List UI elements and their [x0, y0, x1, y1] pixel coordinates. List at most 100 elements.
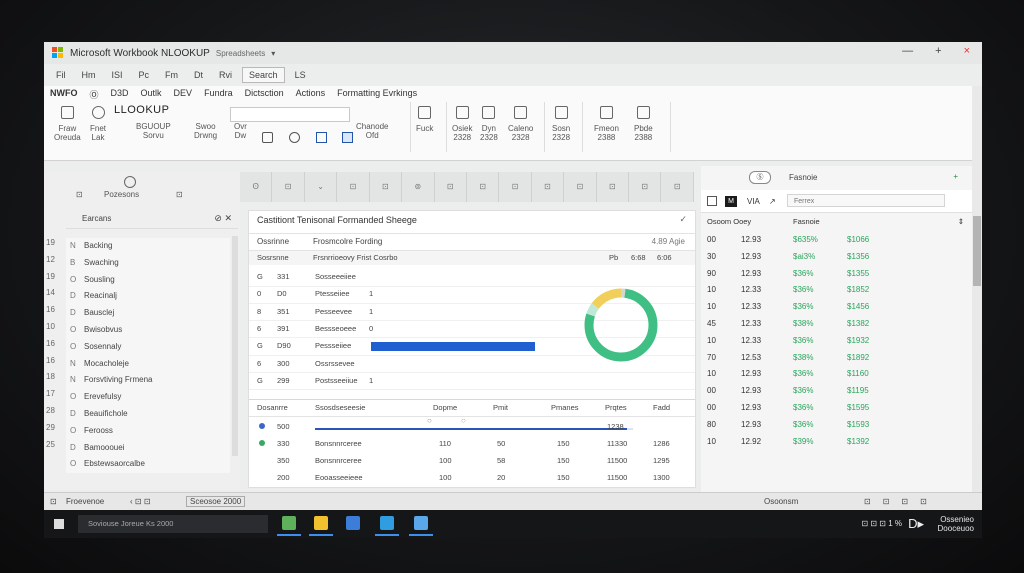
- ribbon-group-6[interactable]: Chanode Ofd: [356, 122, 388, 140]
- tree-item[interactable]: O Sousling: [66, 272, 230, 289]
- ribbon-group-1[interactable]: Fraw Oreuda: [54, 106, 81, 142]
- sort-icon[interactable]: ⇕: [958, 217, 964, 226]
- name-box-input[interactable]: [230, 107, 350, 122]
- tree-item[interactable]: D Beauifichole: [66, 406, 230, 423]
- column-header[interactable]: ⊡: [564, 172, 597, 202]
- add-icon[interactable]: +: [953, 172, 958, 181]
- via-badge[interactable]: M: [725, 196, 737, 207]
- arrow-icon[interactable]: ↗: [769, 197, 776, 206]
- sub-table-row[interactable]: 500 1238: [249, 419, 695, 436]
- app-icon-yellow[interactable]: [314, 516, 328, 530]
- ribbon-group-11[interactable]: Sosn 2328: [552, 106, 570, 142]
- check-icon[interactable]: ✓: [679, 214, 687, 225]
- menu-item-formulas[interactable]: Fm: [159, 68, 184, 82]
- tree-item[interactable]: O Erevefulsy: [66, 389, 230, 406]
- list-row[interactable]: 30 12.93 $ai3% $1356: [701, 249, 972, 266]
- menu-item-page[interactable]: Pc: [133, 68, 156, 82]
- list-row[interactable]: 10 12.93 $36% $1160: [701, 366, 972, 383]
- function-icon[interactable]: [289, 132, 301, 143]
- sheet-tab[interactable]: Sceosoe 2000: [186, 496, 246, 507]
- table-icon[interactable]: [316, 132, 328, 143]
- sub-table-row[interactable]: 330 Bonsnnrceree 110 50 150 11330 1286: [249, 436, 695, 453]
- list-row[interactable]: 10 12.33 $36% $1932: [701, 333, 972, 350]
- vertical-scrollbar[interactable]: [972, 86, 982, 528]
- column-header[interactable]: ⌄: [305, 172, 338, 202]
- menu-item-home[interactable]: Hm: [76, 68, 102, 82]
- tree-item[interactable]: N Backing: [66, 238, 230, 255]
- list-row[interactable]: 00 12.93 $36% $1195: [701, 383, 972, 400]
- column-header[interactable]: ⊡: [597, 172, 630, 202]
- left-panel-scrollbar[interactable]: [232, 236, 238, 456]
- ribbon-group-7[interactable]: Fuck: [416, 106, 433, 133]
- grid-icon[interactable]: [707, 196, 717, 206]
- chart-icon[interactable]: [341, 132, 353, 143]
- app-icon-cyan[interactable]: [380, 516, 394, 530]
- tree-item[interactable]: N Forsvtiving Frmena: [66, 372, 230, 389]
- table-row[interactable]: G 299 Postsseeiiue 1: [249, 373, 695, 391]
- tray-icons[interactable]: ⊡ ⊡ ⊡ 1 %: [861, 519, 902, 528]
- list-row[interactable]: 10 12.92 $39% $1392: [701, 434, 972, 451]
- list-row[interactable]: 70 12.53 $38% $1892: [701, 350, 972, 367]
- ribbon-group-5[interactable]: Ovr Dw: [234, 122, 247, 140]
- column-header[interactable]: ⊡: [435, 172, 467, 202]
- taskbar-search[interactable]: Soviouse Joreue Ks 2000: [78, 515, 268, 533]
- tree-item[interactable]: D Reacinalj: [66, 288, 230, 305]
- start-icon[interactable]: [54, 519, 64, 529]
- column-header[interactable]: ⊡: [499, 172, 532, 202]
- menu-item-search[interactable]: Search: [242, 67, 285, 83]
- tray-d-icon[interactable]: D▸: [908, 516, 924, 532]
- tree-item[interactable]: O Bwisobvus: [66, 322, 230, 339]
- ribbon-tab-7[interactable]: Dictsction: [245, 88, 284, 101]
- close-button[interactable]: ×: [964, 45, 970, 57]
- tree-item[interactable]: D Bausclej: [66, 305, 230, 322]
- toggle-pill[interactable]: Ⓢ: [749, 171, 771, 184]
- tree-item[interactable]: O Ferooss: [66, 423, 230, 440]
- ribbon-tab-2[interactable]: Ⓞ: [90, 88, 99, 101]
- tree-item[interactable]: O Sosennaly: [66, 339, 230, 356]
- ribbon-tab-4[interactable]: Outlk: [141, 88, 162, 101]
- right-panel-search-input[interactable]: Ferrex: [787, 194, 945, 207]
- list-row[interactable]: 10 12.33 $36% $1456: [701, 299, 972, 316]
- ribbon-group-9[interactable]: Dyn 2328: [480, 106, 498, 142]
- column-header[interactable]: ⊡: [370, 172, 403, 202]
- app-icon-light-blue[interactable]: [414, 516, 428, 530]
- ribbon-tab-6[interactable]: Fundra: [204, 88, 233, 101]
- tree-item[interactable]: N Mocacholeje: [66, 356, 230, 373]
- app-icon-blue[interactable]: [346, 516, 360, 530]
- column-header[interactable]: ⊡: [337, 172, 370, 202]
- status-nav-icons[interactable]: ‹ ⊡ ⊡: [130, 497, 151, 506]
- ribbon-tab-3[interactable]: D3D: [111, 88, 129, 101]
- maximize-button[interactable]: +: [935, 45, 941, 57]
- list-row[interactable]: 45 12.33 $38% $1382: [701, 316, 972, 333]
- column-header[interactable]: ⊡: [532, 172, 565, 202]
- close-panel-icon[interactable]: ⊘ ✕: [214, 213, 232, 224]
- list-row[interactable]: 00 12.93 $635% $1066: [701, 232, 972, 249]
- list-row[interactable]: 10 12.33 $36% $1852: [701, 282, 972, 299]
- tree-item[interactable]: O Ebstewsaorcalbe: [66, 456, 230, 473]
- tree-item[interactable]: B Swaching: [66, 255, 230, 272]
- ribbon-group-12[interactable]: Fmeon 2388: [594, 106, 619, 142]
- sub-table-row[interactable]: 350 Bonsnnrceree 100 58 150 11500 1295: [249, 453, 695, 470]
- menu-item-file[interactable]: Fil: [50, 68, 72, 82]
- column-header[interactable]: ⊡: [629, 172, 662, 202]
- list-row[interactable]: 00 12.93 $36% $1595: [701, 400, 972, 417]
- menu-item-ls[interactable]: LS: [289, 68, 312, 82]
- ribbon-group-8[interactable]: Osiek 2328: [452, 106, 472, 142]
- sub-table-row[interactable]: 200 Eooasseeieee 100 20 150 11500 1300: [249, 470, 695, 487]
- user-icon[interactable]: [124, 176, 136, 188]
- scrollbar-thumb[interactable]: [973, 216, 981, 286]
- ribbon-tab-1[interactable]: NWFO: [50, 88, 78, 101]
- column-header[interactable]: ⊡: [661, 172, 694, 202]
- list-row[interactable]: 90 12.93 $36% $1355: [701, 266, 972, 283]
- list-row[interactable]: 80 12.93 $36% $1593: [701, 417, 972, 434]
- ribbon-tab-5[interactable]: DEV: [174, 88, 193, 101]
- title-dropdown-icon[interactable]: ▾: [271, 49, 275, 58]
- menu-item-insert[interactable]: ISI: [106, 68, 129, 82]
- ribbon-tab-8[interactable]: Actions: [296, 88, 326, 101]
- format-icon[interactable]: [262, 132, 273, 143]
- ribbon-group-10[interactable]: Caleno 2328: [508, 106, 533, 142]
- menu-item-data[interactable]: Dt: [188, 68, 209, 82]
- minimize-button[interactable]: —: [902, 45, 913, 57]
- ribbon-group-4[interactable]: Swoo Drwng: [194, 122, 217, 140]
- tray-clock[interactable]: Ossenieo Dooceuoo: [938, 515, 974, 533]
